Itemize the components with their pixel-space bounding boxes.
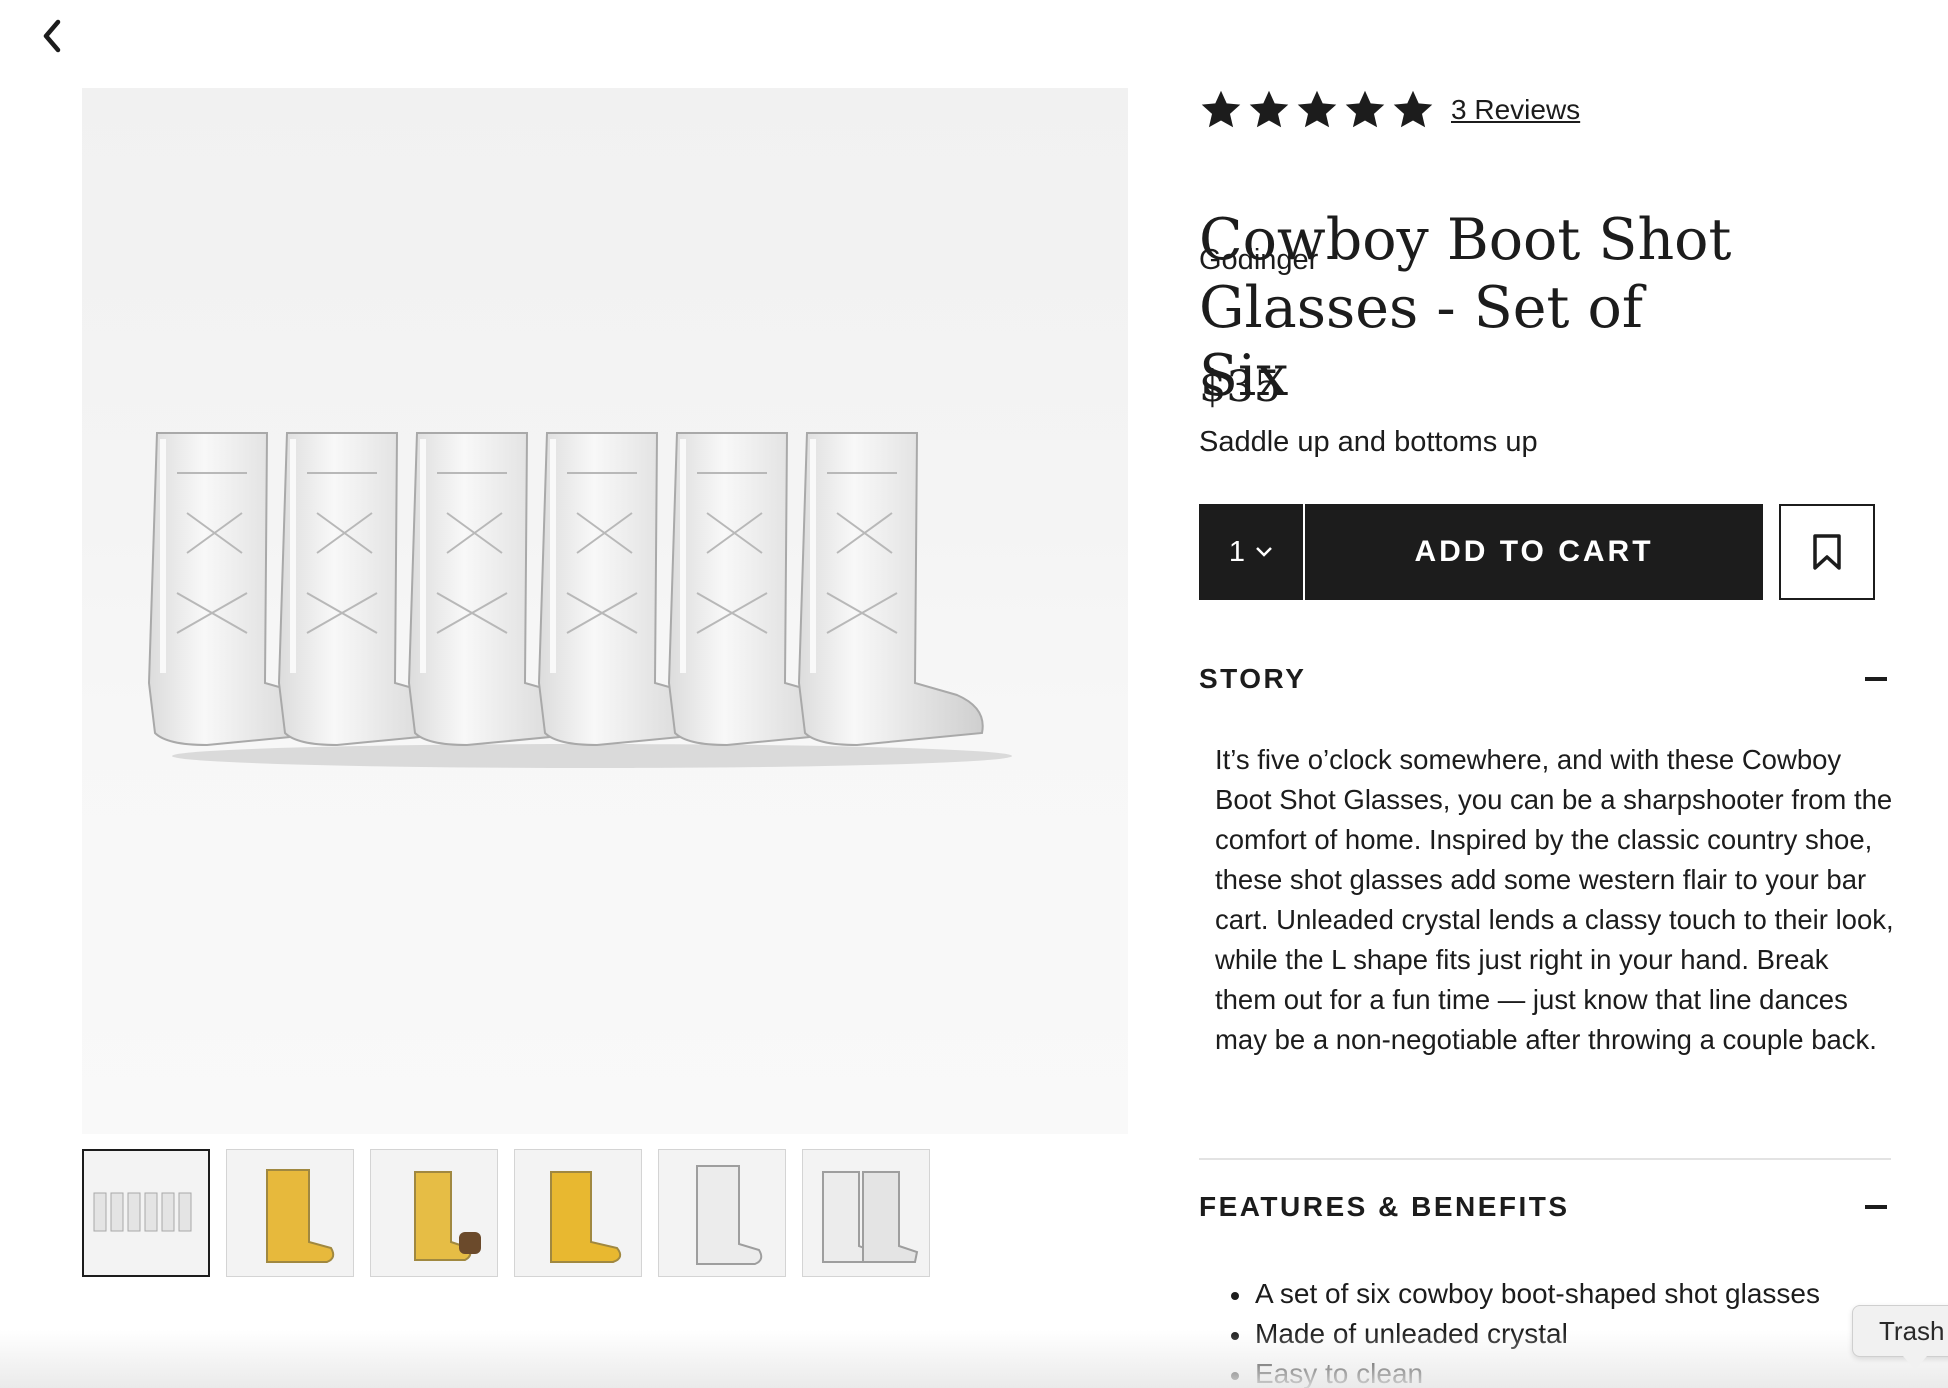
story-text: It’s five o’clock somewhere, and with th… bbox=[1215, 744, 1894, 1055]
thumbnail-set-of-six[interactable] bbox=[82, 1149, 210, 1277]
quantity-select[interactable]: 1 bbox=[1199, 504, 1303, 600]
thumbnail-filled-boot[interactable] bbox=[226, 1149, 354, 1277]
thumbnail-filled-boot-side[interactable] bbox=[514, 1149, 642, 1277]
features-section-toggle[interactable]: FEATURES & BENEFITS bbox=[1199, 1182, 1889, 1232]
trash-tooltip-label: Trash bbox=[1879, 1315, 1945, 1346]
rating-stars bbox=[1199, 88, 1435, 132]
feature-item: A set of six cowboy boot-shaped shot gla… bbox=[1229, 1274, 1820, 1314]
quantity-value: 1 bbox=[1228, 535, 1246, 568]
feature-item: Easy to clean bbox=[1229, 1354, 1820, 1388]
cowboy-boot-glasses-image bbox=[82, 88, 1012, 768]
thumbnail-filled-boot-with-cork[interactable] bbox=[370, 1149, 498, 1277]
bookmark-icon bbox=[1813, 534, 1841, 570]
reviews-link[interactable]: 3 Reviews bbox=[1451, 94, 1580, 126]
star-icon bbox=[1249, 90, 1289, 128]
star-icon bbox=[1393, 90, 1433, 128]
product-tagline: Saddle up and bottoms up bbox=[1199, 426, 1538, 458]
back-button[interactable] bbox=[34, 14, 70, 58]
chevron-left-icon bbox=[43, 19, 61, 53]
product-info: 3 Reviews Godinger Cowboy Boot Shot Glas… bbox=[1199, 84, 1894, 1388]
thumbnail-two-boots[interactable] bbox=[802, 1149, 930, 1277]
save-to-wishlist-button[interactable] bbox=[1779, 504, 1875, 600]
star-icon bbox=[1345, 90, 1385, 128]
product-price: $35 bbox=[1199, 362, 1282, 412]
main-product-image bbox=[82, 88, 1128, 1134]
feature-item: Made of unleaded crystal bbox=[1229, 1314, 1820, 1354]
rating-row: 3 Reviews bbox=[1199, 84, 1889, 136]
minus-icon bbox=[1865, 1205, 1887, 1209]
thumbnail-strip bbox=[82, 1149, 930, 1277]
story-section-toggle[interactable]: STORY bbox=[1199, 654, 1889, 704]
minus-icon bbox=[1865, 677, 1887, 681]
story-heading: STORY bbox=[1199, 663, 1307, 694]
chevron-down-icon bbox=[1256, 547, 1272, 557]
trash-tooltip: Trash bbox=[1852, 1305, 1948, 1370]
thumbnail-empty-boot[interactable] bbox=[658, 1149, 786, 1277]
features-heading: FEATURES & BENEFITS bbox=[1199, 1191, 1570, 1222]
star-icon bbox=[1201, 90, 1241, 128]
features-list: A set of six cowboy boot-shaped shot gla… bbox=[1229, 1274, 1820, 1388]
divider bbox=[1199, 1158, 1891, 1160]
star-icon bbox=[1297, 90, 1337, 128]
add-to-cart-button[interactable]: ADD TO CART bbox=[1305, 504, 1763, 600]
cart-controls: 1 ADD TO CART bbox=[1199, 504, 1889, 600]
